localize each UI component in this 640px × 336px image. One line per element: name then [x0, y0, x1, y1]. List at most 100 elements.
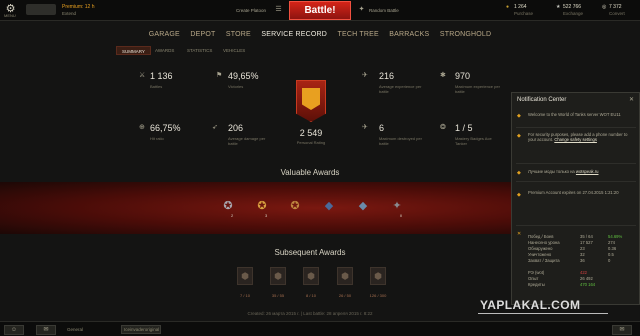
nav-depot[interactable]: DEPOT	[190, 31, 215, 38]
award-icon[interactable]: ⬢	[337, 267, 353, 285]
award-count: 2	[231, 213, 234, 218]
nav-garage[interactable]: GARAGE	[149, 31, 180, 38]
award-count: 3	[265, 213, 268, 218]
avg-damage-label: Average damage per battle	[228, 136, 266, 146]
personal-rating-value: 2 549	[299, 128, 323, 138]
summary-cell: 422	[580, 270, 587, 275]
create-platoon-button[interactable]: Create Platoon	[236, 8, 266, 13]
award-progress: 8 / 10	[305, 293, 316, 298]
summary-cell: 35 / 64	[580, 234, 593, 239]
award-icon[interactable]: ⬢	[370, 267, 386, 285]
platoon-icon[interactable]: ☰	[274, 5, 283, 14]
battles-value: 1 136	[150, 71, 173, 81]
bottom-bar: ☺ ✉ General Iceinvaderoriginal ✉	[0, 321, 640, 336]
notification-premium: Premium Account expires on 27.04.2015 1:…	[528, 190, 619, 195]
nav-tech-tree[interactable]: TECH TREE	[338, 31, 379, 38]
award-icon[interactable]: ⬢	[303, 267, 319, 285]
info-icon: ◆	[517, 170, 521, 176]
medal-icon[interactable]: ✦	[388, 195, 406, 217]
xp-exchange-link[interactable]: Exchange	[563, 11, 583, 16]
medal-icon[interactable]: ◆	[354, 195, 372, 217]
tab-vehicles[interactable]: VEHICLES	[218, 46, 250, 55]
battle-button[interactable]: Battle!	[289, 1, 351, 20]
mastery-label: Mastery Badges Ace Tanker	[455, 136, 492, 146]
victories-icon: ⚑	[216, 72, 223, 79]
premium-icon: ◆	[517, 192, 521, 198]
max-exp-label: Maximum experience per battle	[455, 84, 500, 94]
gold-purchase-link[interactable]: Purchase	[514, 11, 533, 16]
credits-convert-link[interactable]: Convert	[609, 11, 625, 16]
battle-mode-selector[interactable]: Random Battle	[369, 8, 399, 13]
summary-cell: 470 164	[580, 282, 596, 287]
xp-icon: ★	[556, 4, 561, 10]
tab-awards[interactable]: AWARDS	[150, 46, 179, 55]
xp-value: 522 766	[563, 4, 582, 10]
summary-cell: 0	[608, 258, 611, 263]
medal-icon[interactable]: ✪	[219, 195, 237, 217]
damage-icon: ➶	[212, 124, 218, 131]
chat-channel-private-label: Iceinvaderoriginal	[124, 327, 160, 332]
victories-value: 49,65%	[228, 71, 259, 81]
watermark-underline	[478, 313, 608, 314]
nav-stronghold[interactable]: STRONGHOLD	[440, 31, 491, 38]
battle-mode-icon[interactable]: ✦	[357, 5, 366, 14]
valuable-awards-title: Valuable Awards	[280, 168, 340, 177]
summary-cell: 23	[580, 246, 585, 251]
nav-store[interactable]: STORE	[226, 31, 251, 38]
chat-icon[interactable]: ✉	[36, 325, 56, 335]
max-destroyed-value: 6	[379, 123, 385, 133]
divider	[516, 225, 636, 226]
destroyed-icon: ✈	[362, 124, 368, 131]
contacts-icon[interactable]: ☺	[4, 325, 24, 335]
tab-summary[interactable]: SUMMARY	[116, 46, 151, 55]
medal-icon[interactable]: ◆	[320, 195, 338, 217]
subsequent-awards-title: Subsequent Awards	[274, 248, 346, 257]
notifications-icon[interactable]: ✉	[612, 325, 632, 335]
max-exp-icon: ✱	[440, 72, 446, 79]
divider	[516, 163, 636, 164]
info-icon: ◆	[517, 133, 521, 139]
tab-statistics[interactable]: STATISTICS	[182, 46, 217, 55]
premium-status[interactable]: Premium: 12 h	[62, 4, 95, 10]
battle-summary-icon: ✕	[517, 231, 522, 237]
award-icon[interactable]: ⬢	[270, 267, 286, 285]
personal-rating-label: Personal Rating	[296, 140, 326, 145]
notification-center: Notification Center ✕ ◆ Welcome to the W…	[511, 92, 640, 305]
menu-label: MENU	[4, 13, 16, 18]
credits-icon: ◎	[602, 4, 607, 10]
medal-icon[interactable]: ✪	[286, 195, 304, 217]
nav-service-record[interactable]: SERVICE RECORD	[261, 31, 327, 38]
award-icon[interactable]: ⬢	[237, 267, 253, 285]
hit-ratio-icon: ⊕	[139, 124, 145, 131]
watermark: YAPLAKAL.COM	[480, 298, 581, 312]
divider	[516, 127, 636, 128]
hit-ratio-label: Hit ratio	[150, 136, 164, 141]
summary-cell: 54.69%	[608, 234, 623, 239]
avg-damage-value: 206	[228, 123, 244, 133]
max-exp-value: 970	[455, 71, 471, 81]
hit-ratio-value: 66,75%	[150, 123, 181, 133]
nav-barracks[interactable]: BARRACKS	[389, 31, 429, 38]
battles-icon: ⚔	[139, 72, 146, 79]
medal-icon[interactable]: ✪	[253, 195, 271, 217]
notification-mods-text: Лучшие моды только на	[528, 169, 575, 174]
notification-security: For security purposes, please add a phon…	[528, 132, 628, 142]
chat-channel-general[interactable]: General	[67, 327, 83, 332]
summary-cell: 0.36	[608, 246, 617, 251]
summary-cell: РЭ (wot)	[528, 270, 545, 275]
summary-cell: 32	[580, 252, 585, 257]
main-nav: GARAGE DEPOT STORE SERVICE RECORD TECH T…	[0, 23, 640, 38]
summary-cell: 274	[608, 240, 615, 245]
divider	[516, 181, 636, 182]
notification-welcome: Welcome to the World of Tanks server WOT…	[528, 112, 621, 117]
close-icon[interactable]: ✕	[629, 96, 634, 103]
wotspeak-link[interactable]: wotspeak.ru	[576, 169, 599, 174]
premium-extend-link[interactable]: Extend	[62, 11, 76, 16]
info-icon: ◆	[517, 113, 521, 119]
max-destroyed-label: Maximum destroyed per battle	[379, 136, 422, 146]
notification-center-title: Notification Center	[517, 97, 567, 103]
player-name-redacted	[26, 4, 56, 15]
avg-exp-value: 216	[379, 71, 395, 81]
safety-settings-link[interactable]: Change safety settings	[554, 137, 597, 142]
summary-cell: Захват / Защита	[528, 258, 560, 263]
